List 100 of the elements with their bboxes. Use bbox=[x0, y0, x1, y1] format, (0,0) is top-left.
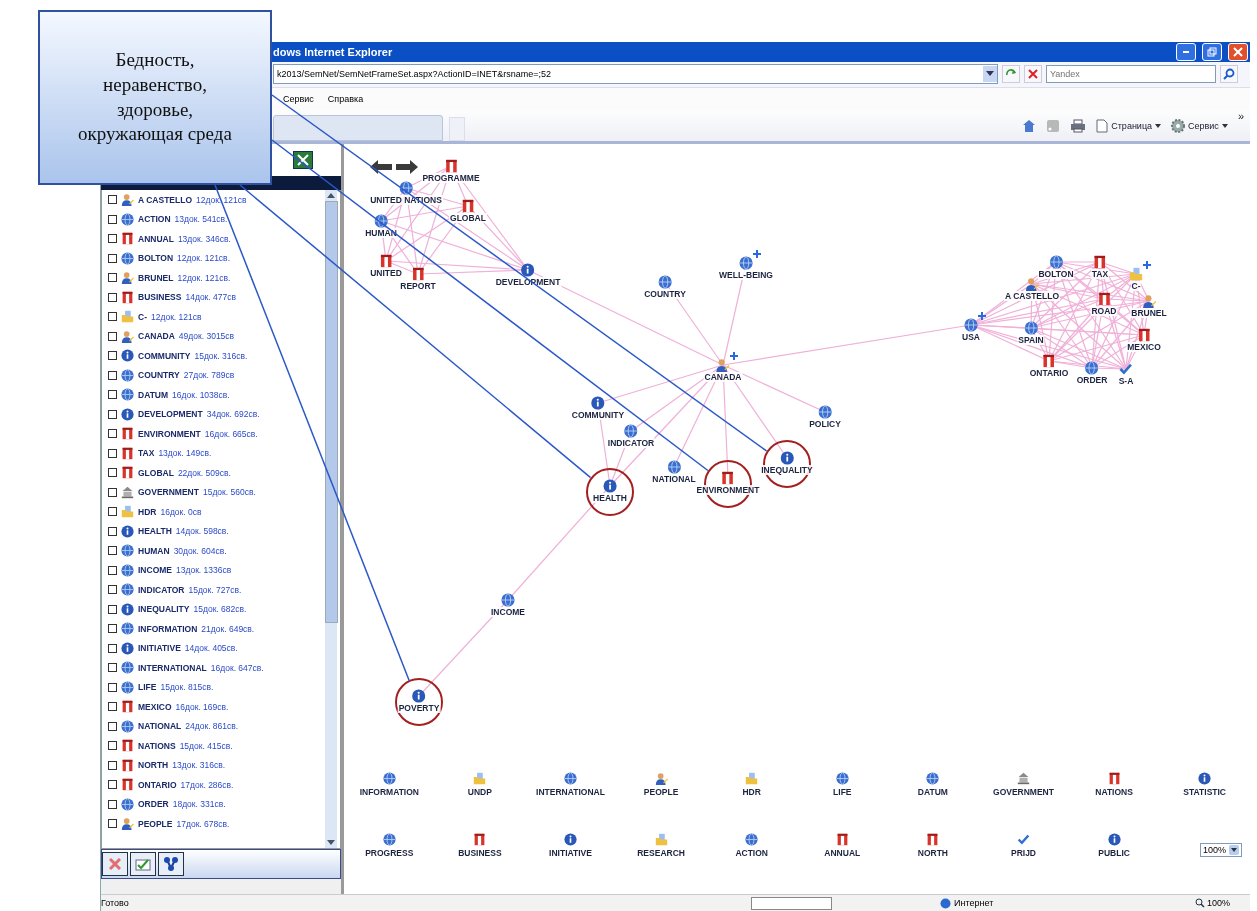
zoom-select[interactable]: 100% bbox=[1199, 843, 1242, 858]
node-label[interactable]: INTERNATIONAL bbox=[535, 787, 606, 798]
keyword-name[interactable]: BRUNEL bbox=[138, 272, 174, 283]
toolbar-menu-button[interactable]: Страница bbox=[1094, 117, 1164, 134]
keyword-name[interactable]: DEVELOPMENT bbox=[138, 409, 203, 420]
node-label[interactable]: PEOPLE bbox=[642, 787, 680, 798]
node-label[interactable]: UNITED bbox=[369, 268, 403, 279]
node-label[interactable]: ACTION bbox=[734, 848, 769, 859]
node-label[interactable]: HDR bbox=[741, 787, 762, 798]
node-label[interactable]: INITIATIVE bbox=[548, 848, 593, 859]
keyword-count: 30док. 604св. bbox=[173, 545, 227, 556]
keyword-name[interactable]: CANADA bbox=[138, 331, 175, 342]
node-label[interactable]: REPORT bbox=[399, 281, 437, 292]
keyword-name[interactable]: INITIATIVE bbox=[138, 643, 181, 654]
node-label[interactable]: NATIONAL bbox=[651, 474, 697, 485]
keyword-count: 15док. 316св. bbox=[194, 350, 248, 361]
keyword-name[interactable]: GOVERNMENT bbox=[138, 487, 199, 498]
keyword-name[interactable]: ENVIRONMENT bbox=[138, 428, 201, 439]
node-label[interactable]: BOLTON bbox=[1037, 269, 1075, 280]
node-label[interactable]: NORTH bbox=[916, 848, 949, 859]
node-label[interactable]: C- bbox=[1130, 281, 1142, 292]
keyword-count: 15док. 415св. bbox=[179, 740, 233, 751]
keyword-count: 14док. 598св. bbox=[175, 526, 229, 537]
keyword-name[interactable]: NORTH bbox=[138, 760, 169, 771]
menu-item[interactable]: Справка bbox=[327, 94, 364, 104]
keyword-name[interactable]: C- bbox=[138, 311, 147, 322]
node-label[interactable]: TAX bbox=[1090, 269, 1110, 280]
node-label[interactable]: GLOBAL bbox=[449, 213, 487, 224]
node-label[interactable]: POLICY bbox=[808, 419, 842, 430]
node-label[interactable]: ANNUAL bbox=[823, 848, 862, 859]
node-label[interactable]: CANADA bbox=[703, 372, 743, 383]
keyword-name[interactable]: NATIONAL bbox=[138, 721, 182, 732]
keyword-name[interactable]: HEALTH bbox=[138, 526, 172, 537]
node-label[interactable]: ROAD bbox=[1090, 306, 1118, 317]
node-label[interactable]: BUSINESS bbox=[457, 848, 503, 859]
keyword-count: 13док. 149св. bbox=[158, 448, 212, 459]
keyword-name[interactable]: ONTARIO bbox=[138, 779, 177, 790]
node-label[interactable]: PRIJD bbox=[1009, 848, 1037, 859]
keyword-name[interactable]: A CASTELLO bbox=[138, 194, 192, 205]
more-tools-chevron[interactable]: » bbox=[1235, 109, 1250, 122]
node-label[interactable]: POVERTY bbox=[397, 703, 441, 714]
node-label[interactable]: BRUNEL bbox=[1130, 308, 1168, 319]
node-label[interactable]: A CASTELLO bbox=[1004, 291, 1060, 302]
node-label[interactable]: NATIONS bbox=[1094, 787, 1134, 798]
keyword-count: 14док. 477св bbox=[185, 292, 236, 303]
node-label[interactable]: INDICATOR bbox=[606, 438, 656, 449]
keyword-name[interactable]: INEQUALITY bbox=[138, 604, 190, 615]
node-label[interactable]: PROGRAMME bbox=[421, 173, 481, 184]
node-label[interactable]: PUBLIC bbox=[1097, 848, 1131, 859]
address-field[interactable]: k2013/SemNet/SemNetFrameSet.aspx?ActionID=INET&rsname=;52 bbox=[273, 64, 998, 85]
node-label[interactable]: HEALTH bbox=[592, 493, 628, 504]
status-zoom[interactable]: 100% bbox=[1194, 898, 1250, 909]
node-label[interactable]: DATUM bbox=[916, 787, 949, 798]
keyword-name[interactable]: INFORMATION bbox=[138, 623, 198, 634]
keyword-name[interactable]: LIFE bbox=[138, 682, 157, 693]
keyword-name[interactable]: MEXICO bbox=[138, 701, 172, 712]
node-label[interactable]: ORDER bbox=[1075, 375, 1109, 386]
node-label[interactable]: COMMUNITY bbox=[570, 410, 626, 421]
keyword-name[interactable]: DATUM bbox=[138, 389, 169, 400]
node-label[interactable]: USA bbox=[961, 332, 981, 343]
toolbar-menu-button[interactable]: Сервис bbox=[1169, 117, 1230, 134]
node-label[interactable]: ONTARIO bbox=[1028, 368, 1070, 379]
keyword-name[interactable]: HUMAN bbox=[138, 545, 170, 556]
keyword-name[interactable]: INTERNATIONAL bbox=[138, 662, 207, 673]
menu-item[interactable]: Сервис bbox=[283, 94, 314, 104]
node-label[interactable]: HUMAN bbox=[364, 228, 398, 239]
node-label[interactable]: STATISTIC bbox=[1182, 787, 1227, 798]
keyword-name[interactable]: BUSINESS bbox=[138, 292, 182, 303]
keyword-count: 16док. 1038св. bbox=[172, 389, 230, 400]
keyword-name[interactable]: NATIONS bbox=[138, 740, 176, 751]
keyword-name[interactable]: PEOPLE bbox=[138, 818, 173, 829]
node-label[interactable]: INCOME bbox=[490, 607, 526, 618]
node-label[interactable]: S-A bbox=[1117, 376, 1135, 387]
node-label[interactable]: PROGRESS bbox=[364, 848, 415, 859]
keyword-name[interactable]: ORDER bbox=[138, 799, 169, 810]
node-label[interactable]: GOVERNMENT bbox=[992, 787, 1055, 798]
node-label[interactable]: RESEARCH bbox=[636, 848, 686, 859]
keyword-name[interactable]: INCOME bbox=[138, 565, 172, 576]
keyword-count: 27док. 789св bbox=[183, 370, 235, 381]
keyword-name[interactable]: ANNUAL bbox=[138, 233, 174, 244]
keyword-count: 13док. 541св. bbox=[174, 214, 228, 225]
keyword-name[interactable]: GLOBAL bbox=[138, 467, 174, 478]
node-label[interactable]: COUNTRY bbox=[643, 289, 687, 300]
keyword-name[interactable]: COMMUNITY bbox=[138, 350, 191, 361]
keyword-name[interactable]: TAX bbox=[138, 448, 155, 459]
node-label[interactable]: SPAIN bbox=[1017, 335, 1045, 346]
keyword-name[interactable]: ACTION bbox=[138, 214, 171, 225]
node-label[interactable]: UNDP bbox=[466, 787, 493, 798]
keyword-name[interactable]: BOLTON bbox=[138, 253, 174, 264]
keyword-name[interactable]: COUNTRY bbox=[138, 370, 180, 381]
search-field[interactable]: Yandex bbox=[1046, 65, 1216, 84]
node-label[interactable]: LIFE bbox=[832, 787, 853, 798]
node-label[interactable]: INEQUALITY bbox=[760, 465, 814, 476]
node-label[interactable]: MEXICO bbox=[1126, 342, 1162, 353]
node-label[interactable]: WELL-BEING bbox=[718, 270, 774, 281]
keyword-name[interactable]: HDR bbox=[138, 506, 157, 517]
keyword-name[interactable]: INDICATOR bbox=[138, 584, 185, 595]
node-label[interactable]: ENVIRONMENT bbox=[695, 485, 761, 496]
keyword-count: 12док. 121св. bbox=[177, 272, 231, 283]
node-label[interactable]: INFORMATION bbox=[358, 787, 420, 798]
